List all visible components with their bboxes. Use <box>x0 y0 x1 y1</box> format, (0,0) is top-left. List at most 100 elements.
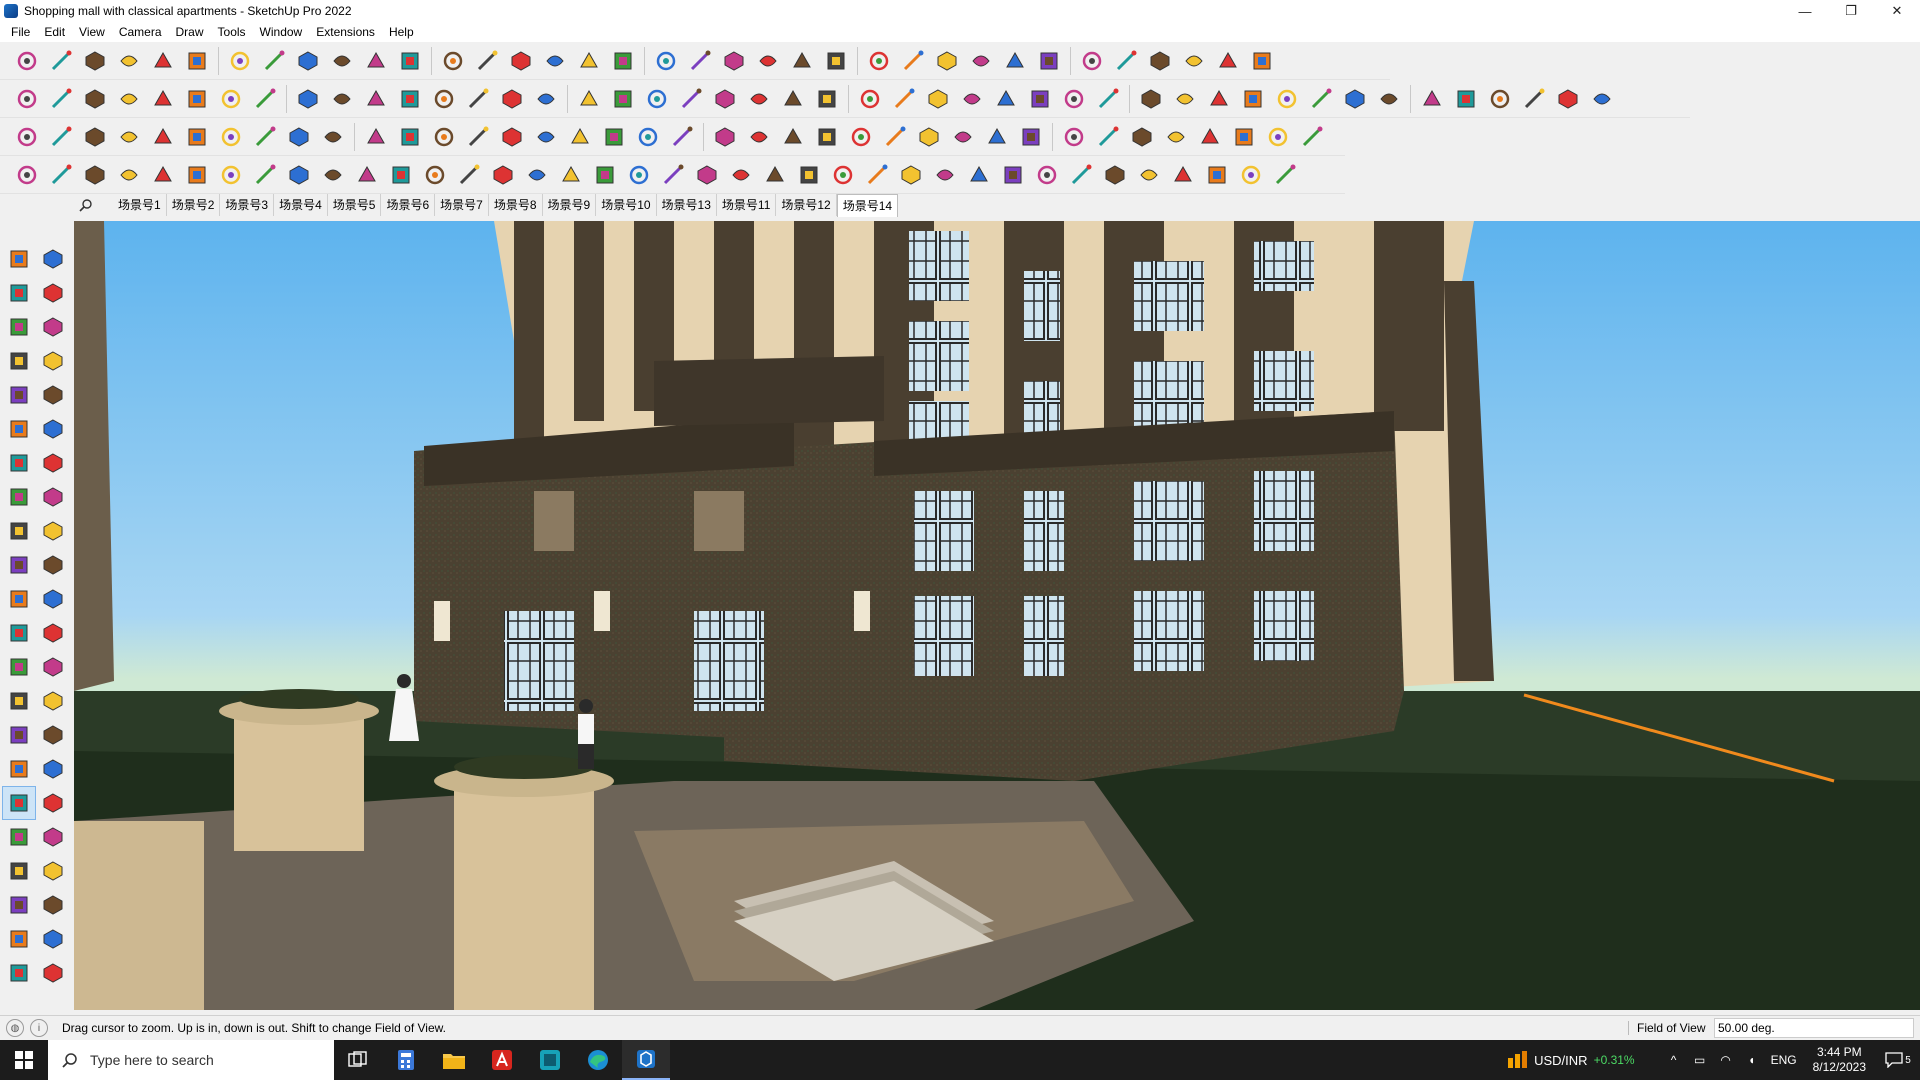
toolbar-tool-icon[interactable] <box>847 123 875 151</box>
menu-file[interactable]: File <box>4 22 37 42</box>
left-tool-icon[interactable] <box>2 956 36 990</box>
toolbar-tool-icon[interactable] <box>822 47 850 75</box>
toolbar-tool-icon[interactable] <box>1203 161 1231 189</box>
toolbar-tool-icon[interactable] <box>430 85 458 113</box>
scene-tab[interactable]: 场景号13 <box>657 194 717 216</box>
left-tool-icon[interactable] <box>2 854 36 888</box>
toolbar-tool-icon[interactable] <box>1001 47 1029 75</box>
toolbar-tool-icon[interactable] <box>115 161 143 189</box>
toolbar-tool-icon[interactable] <box>1017 123 1045 151</box>
toolbar-tool-icon[interactable] <box>813 85 841 113</box>
left-tool-icon[interactable] <box>36 718 70 752</box>
scene-tab[interactable]: 场景号10 <box>596 194 657 216</box>
toolbar-tool-icon[interactable] <box>1520 85 1548 113</box>
toolbar-tool-icon[interactable] <box>115 85 143 113</box>
toolbar-tool-icon[interactable] <box>81 161 109 189</box>
network-icon[interactable]: ◠ <box>1715 1049 1737 1071</box>
measurement-input[interactable]: 50.00 deg. <box>1714 1018 1914 1038</box>
toolbar-tool-icon[interactable] <box>863 161 891 189</box>
toolbar-tool-icon[interactable] <box>693 161 721 189</box>
toolbar-tool-icon[interactable] <box>183 123 211 151</box>
toolbar-tool-icon[interactable] <box>677 85 705 113</box>
toolbar-tool-icon[interactable] <box>652 47 680 75</box>
toolbar-tool-icon[interactable] <box>609 85 637 113</box>
scene-tab[interactable]: 场景号9 <box>543 194 597 216</box>
scene-tab[interactable]: 场景号11 <box>717 194 777 216</box>
menu-tools[interactable]: Tools <box>211 22 253 42</box>
task-view-icon[interactable] <box>334 1040 382 1080</box>
language-indicator[interactable]: ENG <box>1767 1049 1801 1071</box>
left-tool-icon[interactable] <box>36 446 70 480</box>
left-tool-icon[interactable] <box>36 888 70 922</box>
toolbar-tool-icon[interactable] <box>557 161 585 189</box>
toolbar-tool-icon[interactable] <box>933 47 961 75</box>
toolbar-tool-icon[interactable] <box>1341 85 1369 113</box>
left-tool-icon[interactable] <box>36 616 70 650</box>
toolbar-tool-icon[interactable] <box>1035 47 1063 75</box>
toolbar-tool-icon[interactable] <box>634 123 662 151</box>
model-viewport[interactable] <box>74 221 1920 1010</box>
restore-button[interactable]: ❐ <box>1828 0 1874 22</box>
toolbar-tool-icon[interactable] <box>575 85 603 113</box>
toolbar-tool-icon[interactable] <box>473 47 501 75</box>
toolbar-tool-icon[interactable] <box>1162 123 1190 151</box>
toolbar-tool-icon[interactable] <box>1094 123 1122 151</box>
toolbar-tool-icon[interactable] <box>1237 161 1265 189</box>
toolbar-tool-icon[interactable] <box>1135 161 1163 189</box>
toolbar-tool-icon[interactable] <box>251 161 279 189</box>
scene-tab[interactable]: 场景号3 <box>220 194 275 216</box>
toolbar-tool-icon[interactable] <box>1101 161 1129 189</box>
toolbar-tool-icon[interactable] <box>1171 85 1199 113</box>
toolbar-tool-icon[interactable] <box>890 85 918 113</box>
toolbar-tool-icon[interactable] <box>498 85 526 113</box>
toolbar-tool-icon[interactable] <box>1307 85 1335 113</box>
toolbar-tool-icon[interactable] <box>575 47 603 75</box>
menu-edit[interactable]: Edit <box>37 22 72 42</box>
toolbar-tool-icon[interactable] <box>532 123 560 151</box>
toolbar-tool-icon[interactable] <box>711 123 739 151</box>
left-tool-icon[interactable] <box>2 650 36 684</box>
left-tool-icon[interactable] <box>36 310 70 344</box>
toolbar-tool-icon[interactable] <box>47 85 75 113</box>
left-tool-icon[interactable] <box>2 480 36 514</box>
toolbar-tool-icon[interactable] <box>464 85 492 113</box>
toolbar-tool-icon[interactable] <box>829 161 857 189</box>
toolbar-tool-icon[interactable] <box>396 85 424 113</box>
scene-tab[interactable]: 场景号6 <box>381 194 436 216</box>
toolbar-tool-icon[interactable] <box>251 123 279 151</box>
toolbar-tool-icon[interactable] <box>949 123 977 151</box>
toolbar-tool-icon[interactable] <box>115 47 143 75</box>
toolbar-tool-icon[interactable] <box>813 123 841 151</box>
toolbar-tool-icon[interactable] <box>924 85 952 113</box>
toolbar-tool-icon[interactable] <box>532 85 560 113</box>
toolbar-tool-icon[interactable] <box>81 123 109 151</box>
zoom-tool-icon[interactable] <box>2 786 36 820</box>
toolbar-tool-icon[interactable] <box>421 161 449 189</box>
toolbar-tool-icon[interactable] <box>523 161 551 189</box>
left-tool-icon[interactable] <box>2 412 36 446</box>
toolbar-tool-icon[interactable] <box>625 161 653 189</box>
toolbar-tool-icon[interactable] <box>779 123 807 151</box>
toolbar-tool-icon[interactable] <box>779 85 807 113</box>
toolbar-tool-icon[interactable] <box>396 123 424 151</box>
toolbar-tool-icon[interactable] <box>47 47 75 75</box>
toolbar-tool-icon[interactable] <box>1094 85 1122 113</box>
left-tool-icon[interactable] <box>2 684 36 718</box>
left-tool-icon[interactable] <box>2 582 36 616</box>
toolbar-tool-icon[interactable] <box>899 47 927 75</box>
left-tool-icon[interactable] <box>36 412 70 446</box>
start-button[interactable] <box>0 1040 48 1080</box>
toolbar-tool-icon[interactable] <box>362 123 390 151</box>
geo-location-icon[interactable]: ◍ <box>6 1019 24 1037</box>
toolbar-tool-icon[interactable] <box>992 85 1020 113</box>
toolbar-tool-icon[interactable] <box>1486 85 1514 113</box>
notifications-icon[interactable]: 5 <box>1878 1049 1918 1071</box>
toolbar-tool-icon[interactable] <box>183 161 211 189</box>
left-tool-icon[interactable] <box>2 718 36 752</box>
toolbar-tool-icon[interactable] <box>609 47 637 75</box>
toolbar-tool-icon[interactable] <box>1067 161 1095 189</box>
toolbar-tool-icon[interactable] <box>983 123 1011 151</box>
toolbar-tool-icon[interactable] <box>1248 47 1276 75</box>
toolbar-tool-icon[interactable] <box>1230 123 1258 151</box>
left-tool-icon[interactable] <box>36 548 70 582</box>
